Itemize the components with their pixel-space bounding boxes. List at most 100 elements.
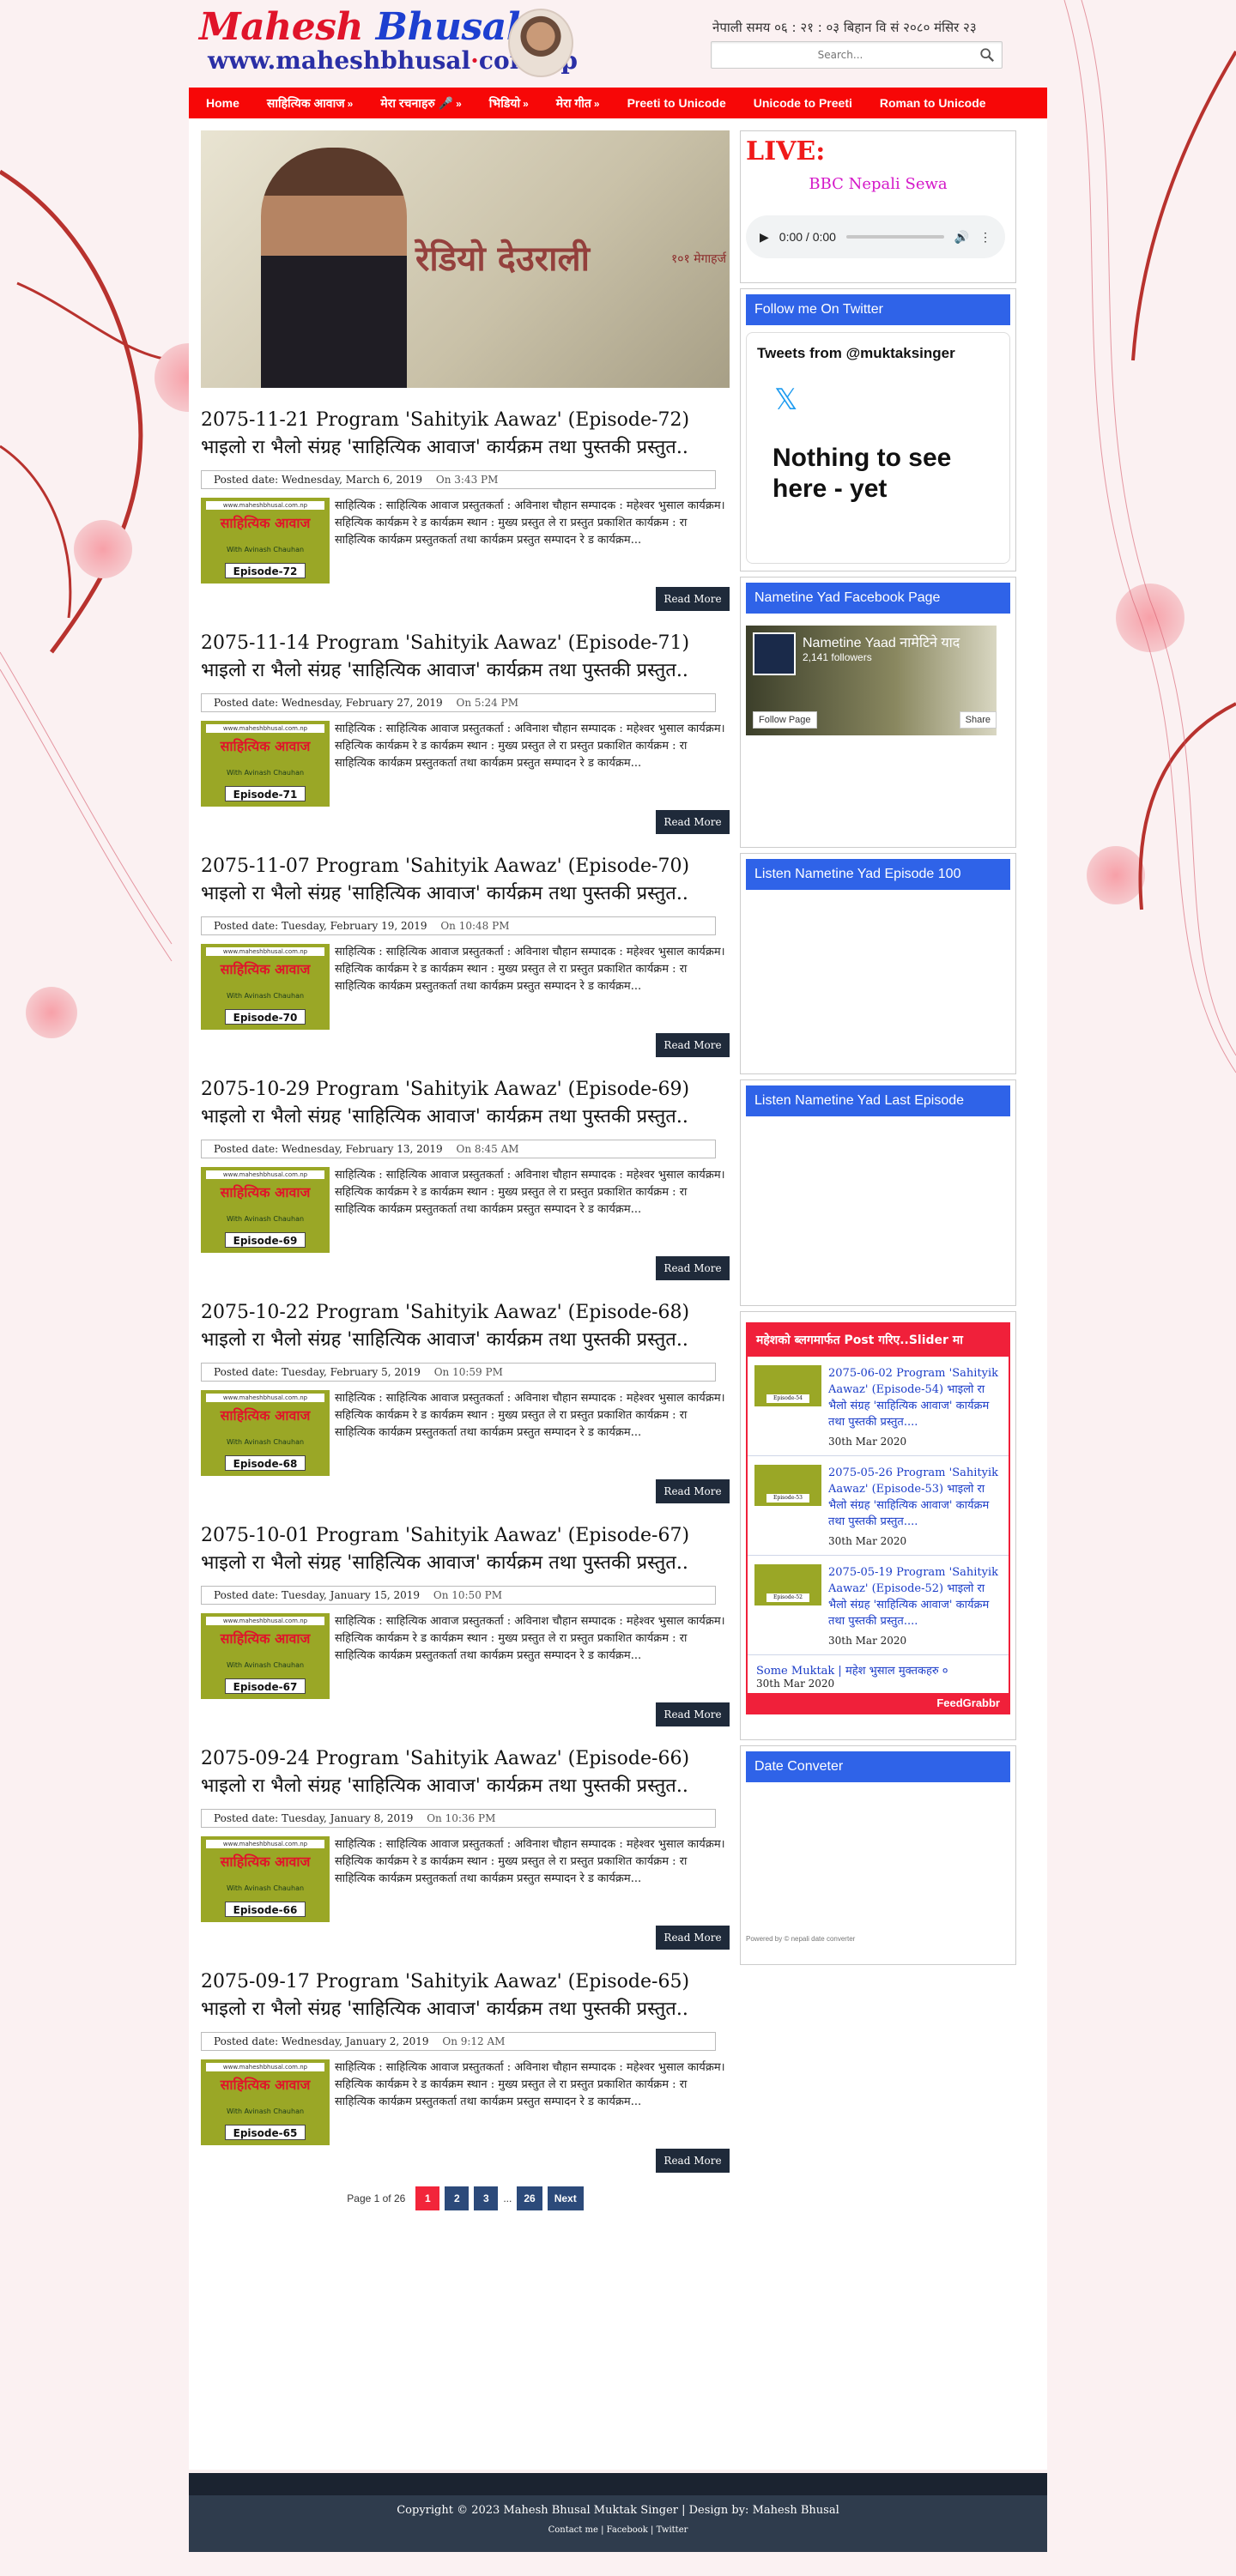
read-more-button[interactable]: Read More bbox=[656, 1479, 730, 1503]
feed-thumbnail[interactable]: Episode-53 bbox=[754, 1465, 821, 1506]
feed-date: 30th Mar 2020 bbox=[828, 1635, 907, 1647]
post-body: www.maheshbhusal.com.np साहित्यिक आवाज W… bbox=[201, 2059, 730, 2145]
page-last-button[interactable]: 26 bbox=[517, 2186, 542, 2210]
feedgrabbr-credit[interactable]: FeedGrabbr bbox=[748, 1693, 1009, 1713]
nav-item-unicode-to-preeti[interactable]: Unicode to Preeti bbox=[740, 88, 866, 118]
feed-item: Episode-54 2075-06-02 Program 'Sahityik … bbox=[748, 1357, 1009, 1456]
next-page-button[interactable]: Next bbox=[547, 2186, 584, 2210]
read-more-button[interactable]: Read More bbox=[656, 2149, 730, 2173]
nav-label: मेरा गीत bbox=[555, 96, 591, 110]
nav-item-video[interactable]: भिडियो» bbox=[476, 88, 542, 118]
post-thumbnail[interactable]: www.maheshbhusal.com.np साहित्यिक आवाज W… bbox=[201, 1613, 330, 1699]
post-thumbnail[interactable]: www.maheshbhusal.com.np साहित्यिक आवाज W… bbox=[201, 1390, 330, 1476]
feed-title: महेशको ब्लगमार्फत Post गरिए..Slider मा bbox=[748, 1324, 1009, 1357]
page-ellipsis: ... bbox=[503, 2192, 512, 2204]
post-thumbnail[interactable]: www.maheshbhusal.com.np साहित्यिक आवाज W… bbox=[201, 1167, 330, 1253]
twitter-timeline[interactable]: Tweets from @muktaksinger 𝕏 Nothing to s… bbox=[746, 332, 1010, 564]
read-more-button[interactable]: Read More bbox=[656, 1033, 730, 1057]
site-logo-title[interactable]: Mahesh Bhusal bbox=[199, 5, 520, 49]
post-thumbnail[interactable]: www.maheshbhusal.com.np साहित्यिक आवाज W… bbox=[201, 721, 330, 807]
audio-player[interactable]: ▶ 0:00 / 0:00 🔊 ⋮ bbox=[746, 215, 1005, 258]
post-body: www.maheshbhusal.com.np साहित्यिक आवाज W… bbox=[201, 1167, 730, 1253]
chevron-right-icon: » bbox=[593, 98, 600, 110]
thumb-title: साहित्यिक आवाज bbox=[220, 1184, 311, 1200]
page-2-button[interactable]: 2 bbox=[445, 2186, 470, 2210]
play-icon[interactable]: ▶ bbox=[760, 230, 769, 245]
nav-label: Roman to Unicode bbox=[879, 96, 986, 110]
volume-icon[interactable]: 🔊 bbox=[954, 230, 969, 245]
search-input[interactable] bbox=[712, 42, 969, 68]
audio-progress-bar[interactable] bbox=[845, 235, 944, 239]
thumb-with: With Avinash Chauhan bbox=[226, 769, 305, 777]
feed-link[interactable]: 2075-06-02 Program 'Sahityik Aawaz' (Epi… bbox=[828, 1365, 1002, 1430]
read-more-button[interactable]: Read More bbox=[656, 587, 730, 611]
date-converter-widget: Date Conveter Powered by © nepali date c… bbox=[740, 1745, 1016, 1965]
post-title[interactable]: 2075-09-24 Program 'Sahityik Aawaz' (Epi… bbox=[201, 1745, 730, 1800]
read-more-button[interactable]: Read More bbox=[656, 1256, 730, 1280]
episode-100-widget: Listen Nametine Yad Episode 100 bbox=[740, 853, 1016, 1074]
nav-item-songs[interactable]: मेरा गीत» bbox=[542, 88, 614, 118]
footer-copyright: Copyright © 2023 Mahesh Bhusal Muktak Si… bbox=[397, 2504, 839, 2517]
posted-label: Posted date: bbox=[214, 697, 279, 709]
post-meta: Posted date: Wednesday, February 27, 201… bbox=[201, 693, 716, 712]
feed-more-link[interactable]: Some Muktak | महेश भुसाल मुक्तकहरु ० bbox=[748, 1655, 1009, 1678]
nepali-datetime: नेपाली समय ०६ : २१ : ०३ बिहान वि सं २०८०… bbox=[712, 20, 977, 35]
read-more-button[interactable]: Read More bbox=[656, 810, 730, 834]
feed-link[interactable]: 2075-05-26 Program 'Sahityik Aawaz' (Epi… bbox=[828, 1465, 1002, 1530]
tweets-from-label: Tweets from @muktaksinger bbox=[757, 345, 955, 361]
post-thumbnail[interactable]: www.maheshbhusal.com.np साहित्यिक आवाज W… bbox=[201, 2059, 330, 2145]
facebook-page-followers: 2,141 followers bbox=[803, 651, 872, 663]
content-area: रेडियो देउराली १०१ मेगाहर्ज 2075-11-21 P… bbox=[189, 118, 1047, 2470]
nav-label: Preeti to Unicode bbox=[627, 96, 726, 110]
nav-item-rachana[interactable]: मेरा रचनाहरु 🎤» bbox=[367, 88, 475, 118]
read-more-button[interactable]: Read More bbox=[656, 1702, 730, 1726]
facebook-share-button[interactable]: Share bbox=[959, 711, 997, 729]
facebook-follow-button[interactable]: Follow Page bbox=[753, 711, 817, 729]
post-thumbnail[interactable]: www.maheshbhusal.com.np साहित्यिक आवाज W… bbox=[201, 944, 330, 1030]
search-icon[interactable] bbox=[979, 47, 995, 63]
nav-item-home[interactable]: Home bbox=[192, 88, 253, 118]
post-title[interactable]: 2075-11-14 Program 'Sahityik Aawaz' (Epi… bbox=[201, 630, 730, 685]
date-converter-credit[interactable]: Powered by © nepali date converter bbox=[746, 1935, 1010, 1943]
thumb-with: With Avinash Chauhan bbox=[226, 1215, 305, 1223]
nav-item-preeti-to-unicode[interactable]: Preeti to Unicode bbox=[614, 88, 740, 118]
post-title[interactable]: 2075-09-17 Program 'Sahityik Aawaz' (Epi… bbox=[201, 1968, 730, 2023]
feed-slider: महेशको ब्लगमार्फत Post गरिए..Slider मा E… bbox=[746, 1322, 1010, 1714]
thumb-with: With Avinash Chauhan bbox=[226, 2107, 305, 2115]
feed-link[interactable]: 2075-05-19 Program 'Sahityik Aawaz' (Epi… bbox=[828, 1564, 1002, 1630]
post-body: www.maheshbhusal.com.np साहित्यिक आवाज W… bbox=[201, 721, 730, 807]
featured-image[interactable]: रेडियो देउराली १०१ मेगाहर्ज bbox=[201, 130, 730, 388]
post-title[interactable]: 2075-10-01 Program 'Sahityik Aawaz' (Epi… bbox=[201, 1522, 730, 1577]
feed-date: 30th Mar 2020 bbox=[828, 1535, 907, 1547]
post-time: On 10:50 PM bbox=[433, 1589, 502, 1601]
thumb-with: With Avinash Chauhan bbox=[226, 992, 305, 1000]
post-title[interactable]: 2075-10-22 Program 'Sahityik Aawaz' (Epi… bbox=[201, 1299, 730, 1354]
post-thumbnail[interactable]: www.maheshbhusal.com.np साहित्यिक आवाज W… bbox=[201, 498, 330, 584]
more-options-icon[interactable]: ⋮ bbox=[979, 230, 991, 245]
thumb-site: www.maheshbhusal.com.np bbox=[206, 1170, 324, 1179]
post-meta: Posted date: Tuesday, February 19, 2019 … bbox=[201, 916, 716, 935]
facebook-page-name[interactable]: Nametine Yaad नामेटिने याद bbox=[803, 632, 960, 651]
logo-last-name: Bhusal bbox=[375, 5, 521, 49]
thumb-title: साहित्यिक आवाज bbox=[220, 1630, 311, 1647]
logo-first-name: Mahesh bbox=[199, 5, 363, 49]
post-thumbnail[interactable]: www.maheshbhusal.com.np साहित्यिक आवाज W… bbox=[201, 1836, 330, 1922]
facebook-page-embed[interactable]: Nametine Yaad नामेटिने याद 2,141 followe… bbox=[746, 626, 997, 735]
page-1-button[interactable]: 1 bbox=[415, 2186, 440, 2210]
page-label: Page 1 of 26 bbox=[347, 2192, 406, 2204]
feed-thumbnail[interactable]: Episode-52 bbox=[754, 1564, 821, 1605]
post-date: Wednesday, March 6, 2019 bbox=[282, 474, 423, 486]
read-more-button[interactable]: Read More bbox=[656, 1926, 730, 1950]
page-3-button[interactable]: 3 bbox=[474, 2186, 499, 2210]
post-title[interactable]: 2075-10-29 Program 'Sahityik Aawaz' (Epi… bbox=[201, 1076, 730, 1131]
nav-item-roman-to-unicode[interactable]: Roman to Unicode bbox=[866, 88, 1000, 118]
footer-links[interactable]: Contact me | Facebook | Twitter bbox=[189, 2525, 1047, 2535]
post-time: On 3:43 PM bbox=[435, 474, 499, 486]
nav-item-sahityik[interactable]: साहित्यिक आवाज» bbox=[253, 88, 367, 118]
feed-thumbnail[interactable]: Episode-54 bbox=[754, 1365, 821, 1406]
post-title[interactable]: 2075-11-07 Program 'Sahityik Aawaz' (Epi… bbox=[201, 853, 730, 908]
post-title[interactable]: 2075-11-21 Program 'Sahityik Aawaz' (Epi… bbox=[201, 407, 730, 462]
thumb-episode: Episode-71 bbox=[225, 786, 306, 801]
posted-label: Posted date: bbox=[214, 920, 279, 932]
post-body: www.maheshbhusal.com.np साहित्यिक आवाज W… bbox=[201, 1836, 730, 1922]
